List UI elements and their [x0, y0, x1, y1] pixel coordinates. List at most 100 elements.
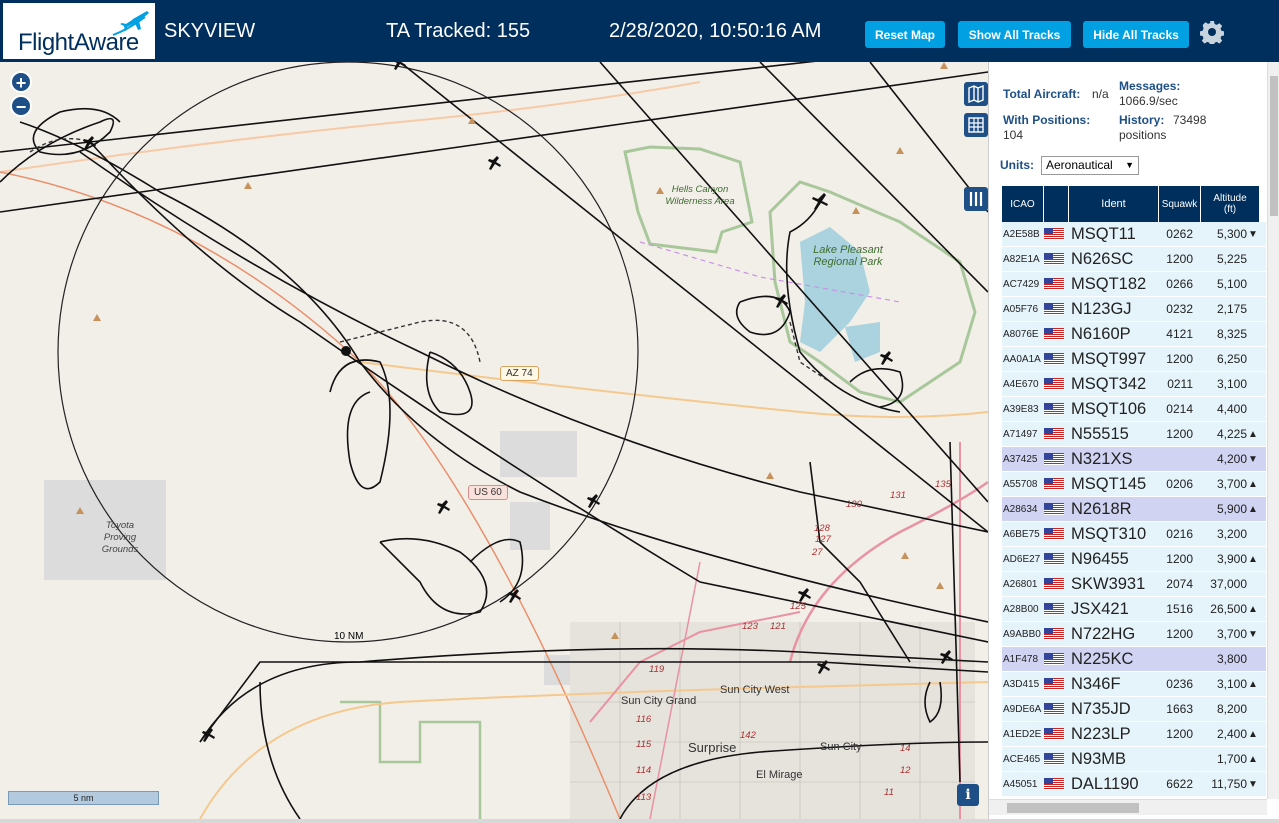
row-ident: MSQT11	[1071, 224, 1136, 243]
us-flag-icon	[1044, 503, 1069, 515]
trend-arrow-icon: ▲	[1248, 728, 1258, 740]
units-value: Aeronautical	[1046, 158, 1113, 172]
row-altitude: 3,100	[1216, 677, 1247, 691]
table-row[interactable]: A9ABB0 N722HG 1200 3,700 ▼	[1002, 622, 1266, 647]
row-ident: N626SC	[1071, 249, 1134, 268]
road-number: 119	[649, 664, 665, 675]
row-squawk: 0214	[1166, 402, 1193, 416]
road-number: 130	[846, 499, 862, 510]
row-icao: A8076E	[1003, 328, 1039, 340]
table-row[interactable]: A45051 DAL1190 6622 11,750 ▼	[1002, 772, 1266, 797]
road-number: 115	[636, 739, 652, 750]
table-row[interactable]: A8076E N6160P 4121 8,325	[1002, 322, 1266, 347]
table-row[interactable]: A2E58B MSQT11 0262 5,300 ▼	[1002, 222, 1266, 247]
vertical-scrollbar[interactable]	[1267, 62, 1279, 799]
map-view[interactable]: + − 10 NM Hells Canyon Wilderness Area L…	[0, 62, 988, 819]
table-row[interactable]: A28B00 JSX421 1516 26,500 ▲	[1002, 597, 1266, 622]
row-ident: JSX421	[1071, 599, 1129, 618]
clock-timestamp: 2/28/2020, 10:50:16 AM	[609, 20, 822, 42]
table-row[interactable]: A39E83 MSQT106 0214 4,400	[1002, 397, 1266, 422]
units-select[interactable]: Aeronautical ▼	[1041, 156, 1139, 175]
grid-toggle-button[interactable]	[964, 113, 988, 137]
row-altitude: 11,750	[1211, 777, 1247, 791]
road-number: 116	[636, 714, 652, 725]
row-altitude: 2,400	[1216, 727, 1247, 741]
map-label-sun-city: Sun City	[820, 741, 862, 753]
table-row[interactable]: A28634 N2618R 5,900 ▲	[1002, 497, 1266, 522]
row-squawk: 6622	[1166, 777, 1193, 791]
row-icao: A28634	[1003, 503, 1038, 515]
col-altitude[interactable]: Altitude (ft)	[1201, 186, 1259, 222]
map-label-sun-city-west: Sun City West	[720, 684, 790, 696]
col-altitude-unit: (ft)	[1223, 204, 1237, 215]
row-ident: N96455	[1071, 549, 1129, 568]
trend-arrow-icon: ▲	[1248, 753, 1258, 765]
table-row[interactable]: A6BE75 MSQT310 0216 3,200	[1002, 522, 1266, 547]
row-altitude: 3,200	[1216, 527, 1247, 541]
history-label: History:	[1119, 113, 1165, 127]
row-icao: AD6E27	[1003, 553, 1041, 565]
row-altitude: 5,900	[1216, 502, 1247, 516]
col-icao[interactable]: ICAO	[1002, 186, 1044, 222]
table-row[interactable]: A71497 N55515 1200 4,225 ▲	[1002, 422, 1266, 447]
row-ident: MSQT997	[1071, 349, 1147, 368]
table-row[interactable]: A4E670 MSQT342 0211 3,100	[1002, 372, 1266, 397]
us-flag-icon	[1044, 753, 1069, 765]
flightaware-logo[interactable]: FlightAware	[3, 3, 155, 59]
table-row[interactable]: A3D415 N346F 0236 3,100 ▲	[1002, 672, 1266, 697]
row-ident: N321XS	[1071, 449, 1133, 468]
map-label-toyota: Toyota Proving Grounds	[101, 520, 139, 555]
table-row[interactable]: AA0A1A MSQT997 1200 6,250	[1002, 347, 1266, 372]
horizontal-scrollbar[interactable]	[989, 799, 1267, 815]
row-icao: A1F478	[1003, 653, 1039, 665]
table-row[interactable]: AC7429 MSQT182 0266 5,100	[1002, 272, 1266, 297]
map-label-el-mirage: El Mirage	[756, 769, 803, 781]
table-row[interactable]: A37425 N321XS 4,200 ▼	[1002, 447, 1266, 472]
gear-icon[interactable]	[1200, 20, 1224, 44]
col-flag[interactable]	[1044, 186, 1069, 222]
row-icao: A71497	[1003, 428, 1038, 440]
us-flag-icon	[1044, 378, 1069, 390]
reset-map-button[interactable]: Reset Map	[865, 21, 945, 48]
sidebar-toggle-button[interactable]	[964, 187, 988, 211]
scrollbar-thumb[interactable]	[1007, 803, 1139, 813]
zoom-in-button[interactable]: +	[10, 71, 32, 93]
trend-arrow-icon: ▲	[1248, 678, 1258, 690]
table-row[interactable]: A55708 MSQT145 0206 3,700 ▲	[1002, 472, 1266, 497]
table-row[interactable]: ACE465 N93MB 1,700 ▲	[1002, 747, 1266, 772]
table-row[interactable]: A1F478 N225KC 3,800	[1002, 647, 1266, 672]
table-row[interactable]: A9DE6A N735JD 1663 8,200	[1002, 697, 1266, 722]
info-button[interactable]: i	[957, 784, 979, 806]
show-all-tracks-button[interactable]: Show All Tracks	[958, 21, 1071, 48]
row-ident: N225KC	[1071, 649, 1134, 668]
hide-all-tracks-button[interactable]: Hide All Tracks	[1083, 21, 1189, 48]
map-canvas	[0, 62, 988, 819]
row-altitude: 5,225	[1216, 252, 1247, 266]
row-altitude: 8,200	[1216, 702, 1247, 716]
scrollbar-thumb[interactable]	[1270, 76, 1278, 216]
us-flag-icon	[1044, 228, 1069, 240]
table-row[interactable]: A82E1A N626SC 1200 5,225	[1002, 247, 1266, 272]
row-squawk: 0236	[1166, 677, 1193, 691]
row-ident: MSQT106	[1071, 399, 1147, 418]
table-row[interactable]: AD6E27 N96455 1200 3,900 ▲	[1002, 547, 1266, 572]
road-number: 121	[770, 621, 786, 632]
col-ident[interactable]: Ident	[1069, 186, 1159, 222]
us-flag-icon	[1044, 578, 1069, 590]
zoom-out-button[interactable]: −	[10, 95, 32, 117]
total-aircraft-label: Total Aircraft:	[1003, 87, 1081, 101]
table-row[interactable]: A1ED2E N223LP 1200 2,400 ▲	[1002, 722, 1266, 747]
row-ident: MSQT145	[1071, 474, 1147, 493]
row-ident: DAL1190	[1071, 774, 1139, 793]
table-row[interactable]: A26801 SKW3931 2074 37,000	[1002, 572, 1266, 597]
row-altitude: 4,400	[1216, 402, 1247, 416]
map-layers-button[interactable]	[964, 82, 988, 106]
col-squawk[interactable]: Squawk	[1159, 186, 1201, 222]
row-squawk: 0262	[1166, 227, 1193, 241]
trend-arrow-icon: ▼	[1248, 228, 1258, 240]
row-ident: N6160P	[1071, 324, 1131, 343]
table-row[interactable]: A05F76 N123GJ 0232 2,175	[1002, 297, 1266, 322]
us-flag-icon	[1044, 478, 1069, 490]
history-unit: positions	[1119, 128, 1167, 142]
row-altitude: 26,500	[1210, 602, 1247, 616]
